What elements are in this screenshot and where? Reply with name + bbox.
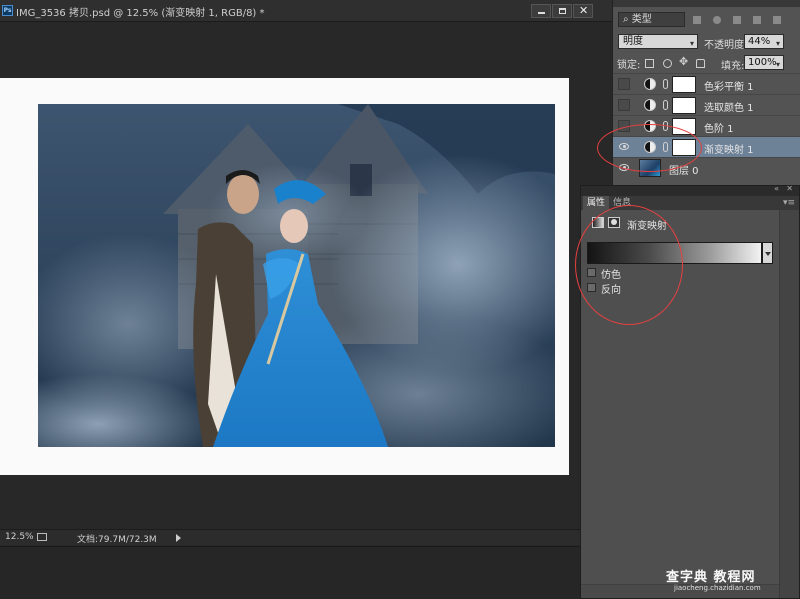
lock-image-icon[interactable]: [663, 59, 672, 68]
layer-filter-select[interactable]: ⌕ 类型: [618, 12, 685, 27]
opacity-value: 44%: [748, 36, 771, 47]
maximize-button[interactable]: [552, 4, 572, 18]
close-icon[interactable]: ✕: [786, 184, 793, 193]
panel-drag-strip[interactable]: « ✕: [581, 184, 799, 196]
watermark-main: 查字典 教程网: [666, 570, 756, 585]
canvas-photo[interactable]: [38, 104, 555, 447]
minimize-button[interactable]: [531, 4, 551, 18]
visibility-toggle[interactable]: [618, 78, 630, 90]
layer-row[interactable]: 选取颜色 1: [613, 94, 800, 115]
opacity-field[interactable]: 44% ▾: [744, 34, 784, 49]
watermark-url: jiaocheng.chazidian.com: [674, 584, 761, 592]
chevron-down-icon: ▾: [689, 39, 694, 48]
chevron-down-icon: ▾: [775, 60, 780, 69]
fill-value: 100%: [748, 57, 777, 68]
share-icon[interactable]: [37, 533, 47, 541]
document-title: IMG_3536 拷贝.psd @ 12.5% (渐变映射 1, RGB/8) …: [16, 8, 265, 19]
layer-name: 渐变映射 1: [704, 145, 754, 156]
tab-properties[interactable]: 属性: [583, 196, 610, 210]
visibility-toggle[interactable]: [618, 99, 630, 111]
status-bar: 12.5% 文档:79.7M/72.3M: [0, 529, 612, 545]
smart-object-filter-icon[interactable]: [773, 16, 781, 24]
blend-mode-select[interactable]: 明度 ▾: [618, 34, 698, 49]
status-menu-arrow-icon[interactable]: [176, 534, 181, 542]
properties-scrollbar[interactable]: [779, 210, 799, 598]
panel-menu-icon[interactable]: ▾≡: [783, 198, 795, 208]
blend-row: 明度 ▾ 不透明度: 44% ▾: [613, 31, 800, 53]
maximize-icon: [559, 8, 566, 14]
lock-transparency-icon[interactable]: [645, 59, 654, 68]
adjustment-filter-icon[interactable]: [713, 16, 721, 24]
layer-mask-thumbnail[interactable]: [672, 97, 696, 114]
layer-filter-label: 类型: [631, 14, 652, 25]
watermark: 查字典 教程网 jiaocheng.chazidian.com: [666, 566, 796, 596]
photoshop-app-icon: Ps: [2, 5, 13, 16]
opacity-label: 不透明度:: [704, 40, 748, 51]
collapse-icon[interactable]: «: [774, 184, 779, 193]
adjustment-layer-icon: [644, 78, 656, 90]
link-icon: [663, 79, 668, 89]
adjustment-layer-icon: [644, 99, 656, 111]
fill-label: 填充:: [721, 61, 745, 72]
layers-filter-row: ⌕ 类型: [613, 8, 800, 30]
blend-mode-value: 明度: [623, 36, 643, 47]
layer-name: 色彩平衡 1: [704, 82, 754, 93]
annotation-circle: [597, 124, 702, 172]
link-icon: [663, 100, 668, 110]
document-size: 文档:79.7M/72.3M: [77, 535, 157, 545]
lock-row: 锁定: ✥ 填充: 100% ▾: [613, 53, 800, 73]
timeline-area: [0, 546, 612, 599]
photo-image: [38, 104, 555, 447]
layers-panel-tabs: [613, 0, 800, 7]
type-filter-icon[interactable]: [733, 16, 741, 24]
shape-filter-icon[interactable]: [753, 16, 761, 24]
close-icon: ✕: [579, 4, 589, 17]
lock-position-icon[interactable]: ✥: [679, 55, 688, 68]
layer-name: 选取颜色 1: [704, 103, 754, 114]
annotation-circle: [575, 205, 683, 325]
chevron-down-icon: ▾: [775, 39, 780, 48]
fill-field[interactable]: 100% ▾: [744, 55, 784, 70]
close-button[interactable]: ✕: [573, 4, 593, 18]
pixel-filter-icon[interactable]: [693, 16, 701, 24]
gradient-dropdown-button[interactable]: [762, 242, 773, 264]
layer-row[interactable]: 色彩平衡 1: [613, 73, 800, 94]
document-window: Ps IMG_3536 拷贝.psd @ 12.5% (渐变映射 1, RGB/…: [0, 0, 612, 599]
document-titlebar[interactable]: Ps IMG_3536 拷贝.psd @ 12.5% (渐变映射 1, RGB/…: [0, 0, 612, 22]
zoom-level[interactable]: 12.5%: [5, 532, 34, 542]
lock-label: 锁定:: [617, 60, 641, 71]
lock-all-icon[interactable]: [696, 59, 705, 68]
layer-mask-thumbnail[interactable]: [672, 76, 696, 93]
layer-name: 色阶 1: [704, 124, 734, 135]
minimize-icon: [538, 12, 545, 14]
